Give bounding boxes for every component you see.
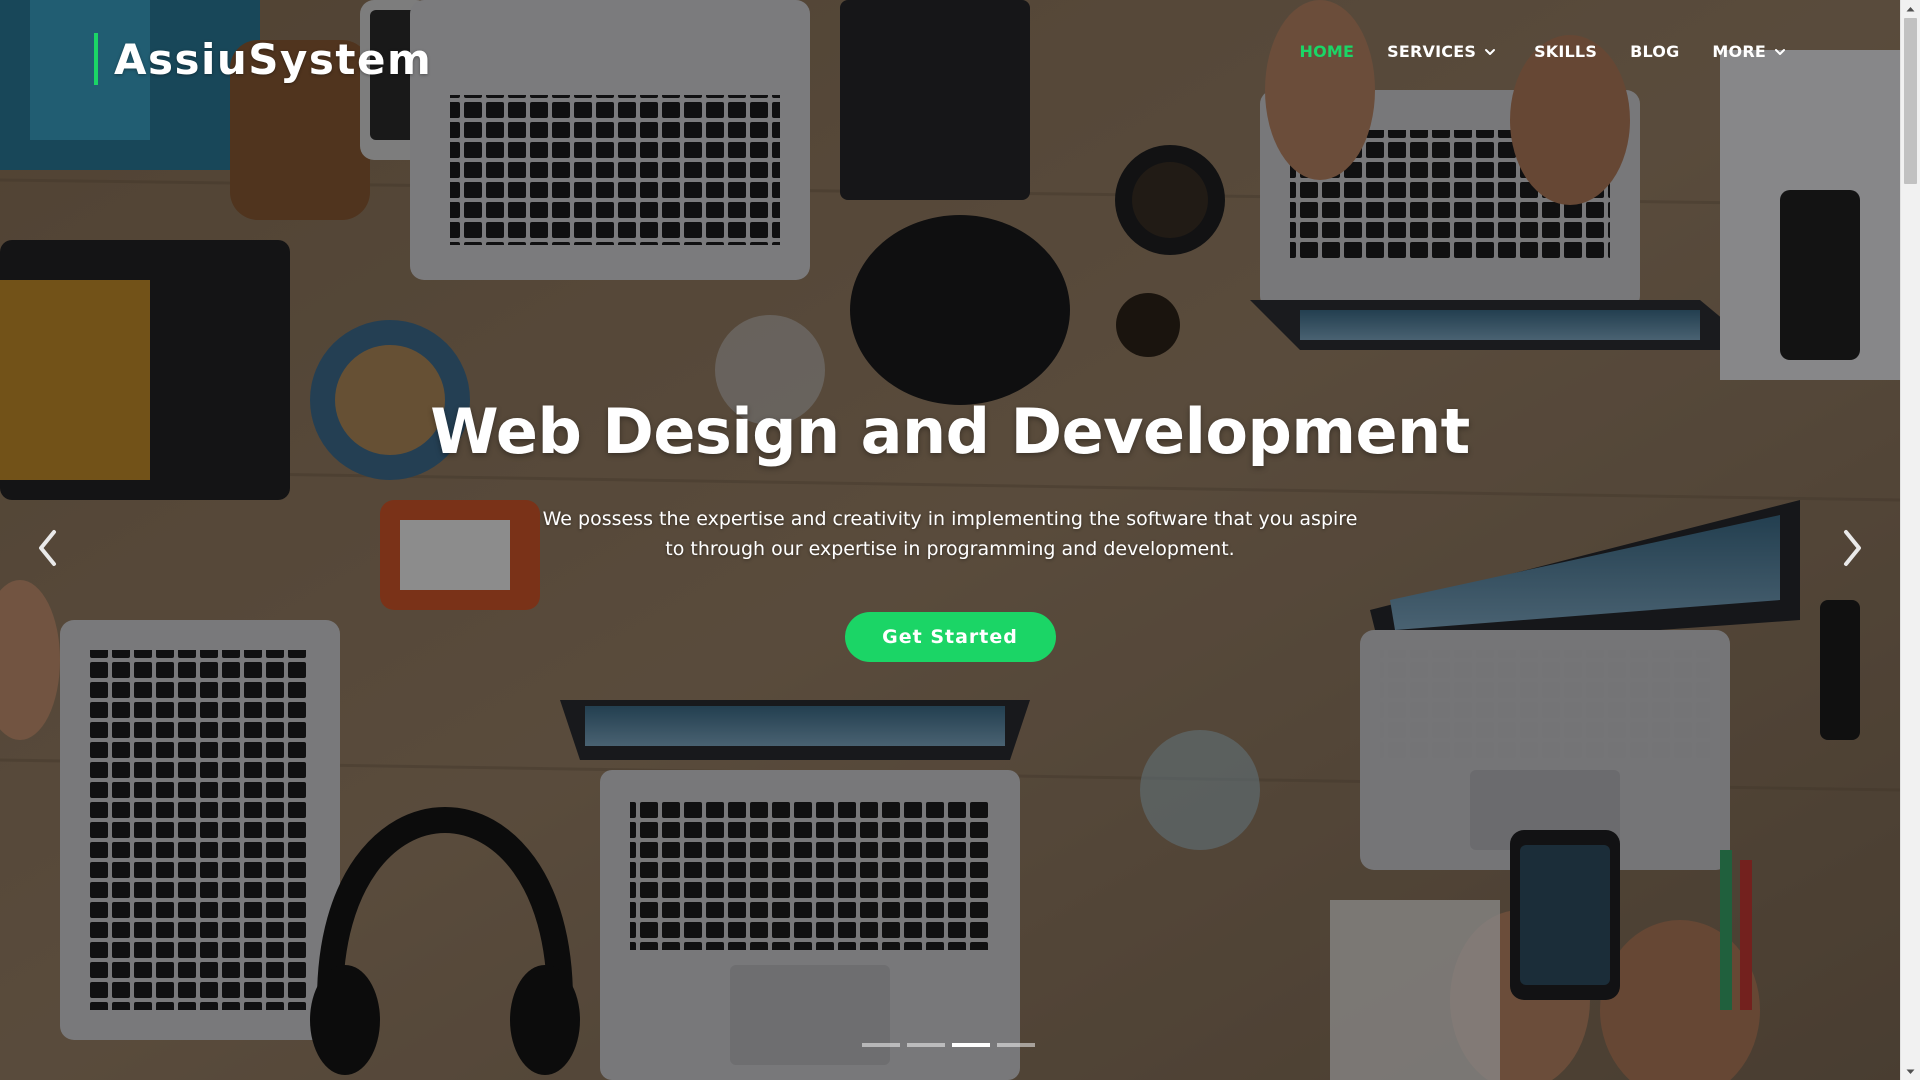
nav-item-label: BLOG: [1630, 42, 1680, 61]
scroll-down-button[interactable]: [1901, 1063, 1920, 1080]
chevron-down-icon: [1775, 48, 1785, 55]
scroll-up-arrow-icon: [1906, 6, 1915, 11]
nav-item-home[interactable]: HOME: [1300, 42, 1355, 61]
nav-item-more[interactable]: MORE: [1712, 42, 1787, 61]
site-logo[interactable]: AssiuSystem: [94, 33, 432, 85]
chevron-down-icon: [1485, 48, 1496, 55]
chevron-left-icon: [39, 530, 56, 566]
nav-item-label: MORE: [1712, 42, 1766, 61]
nav-item-blog[interactable]: BLOG: [1630, 42, 1679, 61]
hero-title: Web Design and Development: [430, 395, 1470, 468]
carousel-indicators: [862, 1043, 1035, 1047]
nav-item-label: SERVICES: [1387, 42, 1477, 61]
site-header: AssiuSystem HOME SERVICES SKILLS BLOG MO…: [0, 0, 1900, 110]
page: AssiuSystem HOME SERVICES SKILLS BLOG MO…: [0, 0, 1920, 1080]
scroll-down-arrow-icon: [1906, 1069, 1915, 1074]
carousel-indicator[interactable]: [907, 1043, 945, 1047]
scroll-up-button[interactable]: [1901, 0, 1920, 17]
get-started-button[interactable]: Get Started: [844, 612, 1056, 662]
carousel-prev-button[interactable]: [28, 528, 68, 568]
chevron-right-icon: [1844, 530, 1861, 566]
carousel-next-button[interactable]: [1832, 528, 1872, 568]
vertical-scrollbar[interactable]: [1900, 0, 1920, 1080]
nav-item-skills[interactable]: SKILLS: [1534, 42, 1597, 61]
carousel-indicator[interactable]: [862, 1043, 900, 1047]
nav-item-label: HOME: [1299, 42, 1355, 61]
carousel-indicator[interactable]: [997, 1043, 1035, 1047]
main-nav: HOME SERVICES SKILLS BLOG MORE: [1267, 42, 1788, 61]
nav-item-label: SKILLS: [1534, 42, 1598, 61]
scrollbar-thumb[interactable]: [1904, 18, 1917, 184]
hero-description: We possess the expertise and creativity …: [542, 508, 1358, 560]
hero-content: Web Design and Development We possess th…: [0, 395, 1900, 662]
nav-item-services[interactable]: SERVICES: [1387, 42, 1497, 61]
carousel-indicator-active[interactable]: [952, 1043, 990, 1047]
